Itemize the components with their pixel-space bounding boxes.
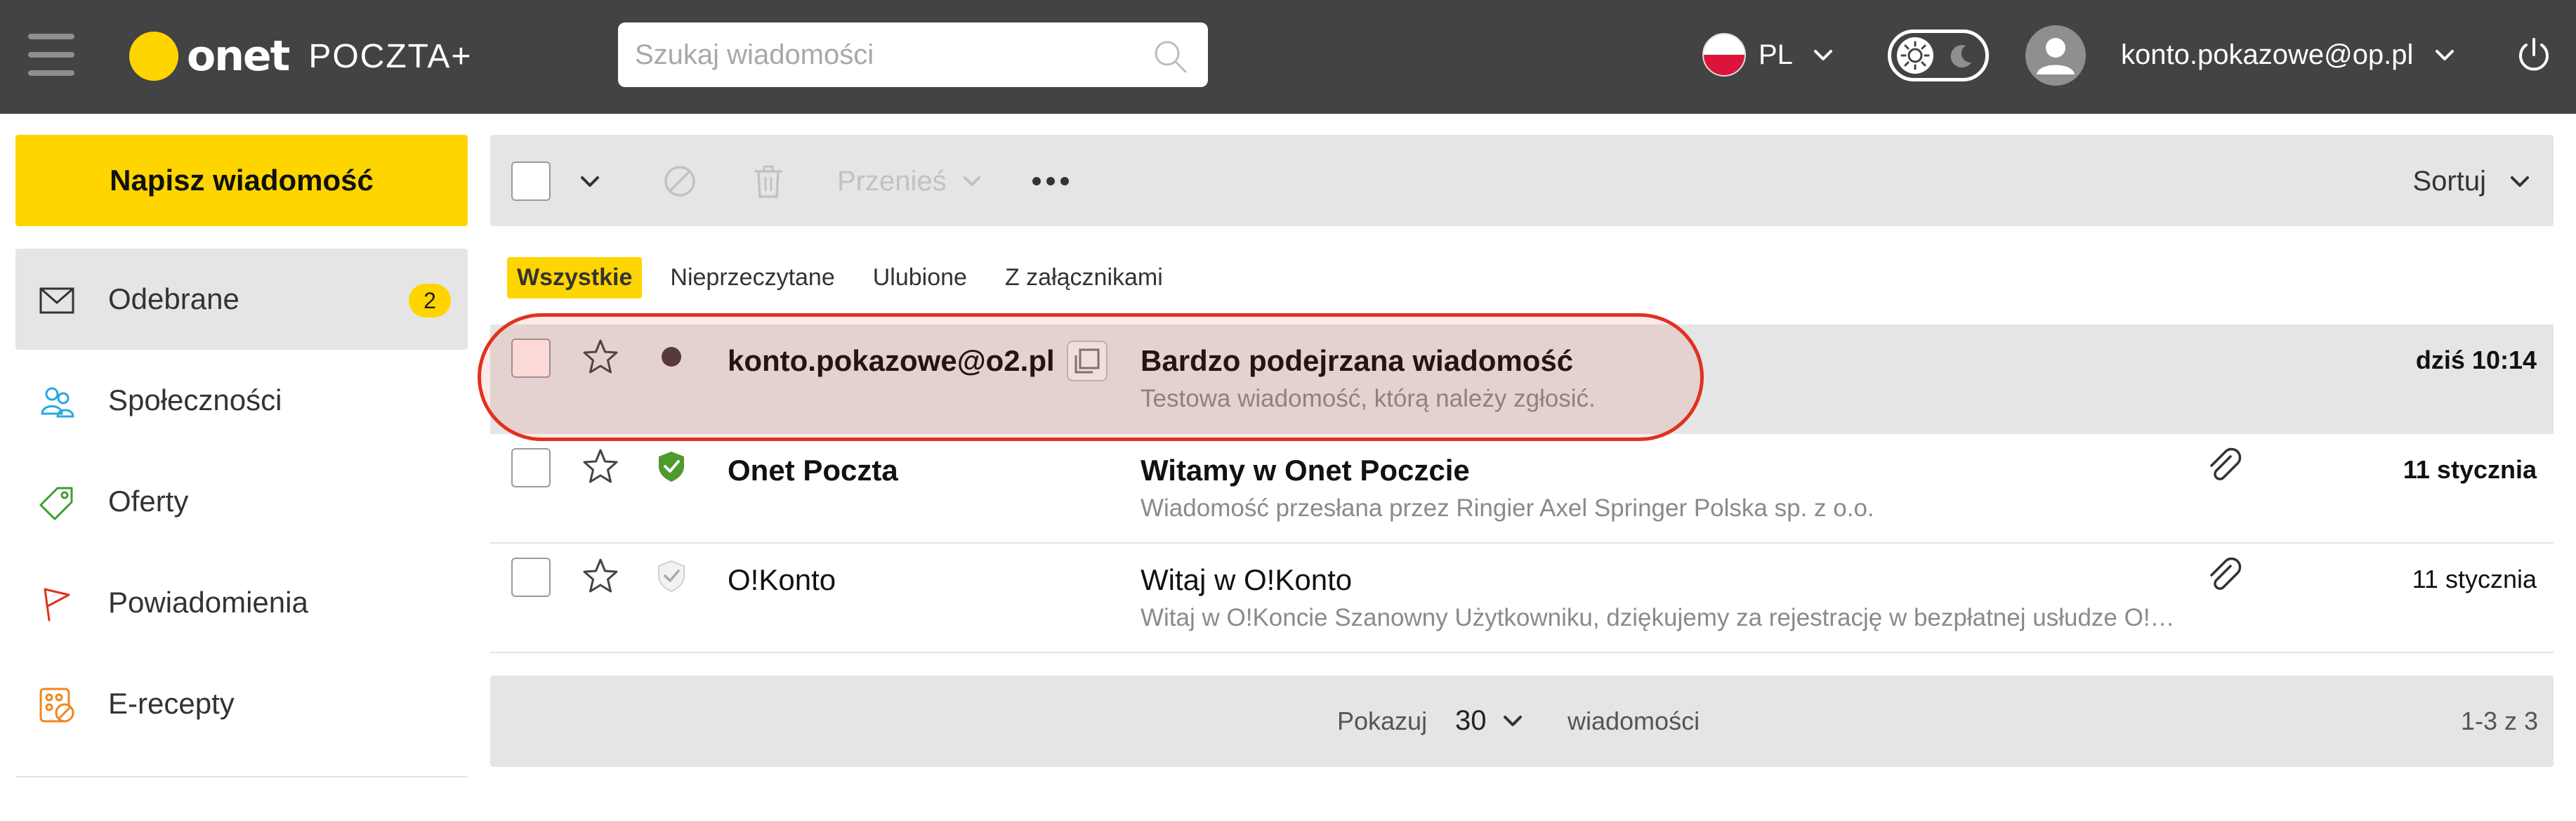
account-email: konto.pokazowe@op.pl [2121,39,2414,70]
people-icon [41,387,74,418]
tag-icon [39,487,73,520]
sidebar-item-spolecznosci[interactable]: Społeczności [15,350,468,451]
sidebar-item-label: Powiadomienia [108,586,308,619]
sidebar-item-odebrane[interactable]: Odebrane 2 [15,249,468,350]
sidebar-item-e-recepty[interactable]: E-recepty [15,653,468,754]
pagination-bar: Pokazuj 30 wiadomości 1-3 z 3 [490,676,2554,767]
sidebar-item-label: Oferty [108,485,189,518]
language-selector[interactable]: PL [1702,32,1835,77]
language-code: PL [1759,39,1793,70]
compose-button[interactable]: Napisz wiadomość [15,135,468,226]
star-icon[interactable] [580,556,621,597]
message-date: dziś 10:14 [2415,346,2537,374]
filter-all[interactable]: Wszystkie [507,256,643,298]
sidebar-item-label: Społeczności [108,383,282,416]
per-page-value: 30 [1455,704,1487,736]
sidebar-item-label: E-recepty [108,687,235,720]
paperclip-icon [2210,557,2242,590]
pills-icon [39,688,74,723]
message-preview: Witaj w O!Koncie Szanowny Użytkowniku, d… [1141,604,2180,631]
sidebar-item-oferty[interactable]: Oferty [15,451,468,552]
message-checkbox[interactable] [511,339,551,378]
sidebar-item-label: Odebrane [108,282,239,315]
block-icon[interactable] [662,163,698,199]
logout-power-icon[interactable] [2514,35,2554,74]
theme-toggle[interactable] [1888,29,1989,81]
sort-label: Sortuj [2412,165,2487,197]
moon-icon [1950,45,1971,68]
poland-flag-icon [1702,33,1746,77]
more-options-icon[interactable] [1030,167,1072,195]
message-toolbar: Przenieś Sortuj [490,135,2554,226]
message-date: 11 stycznia [2412,565,2537,593]
user-icon [2037,38,2075,74]
verified-shield-icon [659,452,684,482]
table-row[interactable]: Onet Poczta Witamy w Onet Poczcie Wiadom… [490,434,2554,544]
menu-icon[interactable] [28,34,74,76]
chevron-down-icon [963,176,980,186]
search-box [618,22,1208,87]
message-sender: konto.pokazowe@o2.pl [728,344,1055,377]
message-checkbox[interactable] [511,558,551,597]
folder-list: Odebrane 2 Społeczności Oferty Powiadomi… [15,249,468,754]
message-preview: Testowa wiadomość, którą należy zgłosić. [1141,385,1596,412]
account-menu[interactable]: konto.pokazowe@op.pl [2121,32,2457,77]
envelope-icon [39,287,74,314]
table-row[interactable]: konto.pokazowe@o2.pl Bardzo podejrzana w… [490,324,2554,434]
star-icon[interactable] [580,337,621,378]
move-label: Przenieś [837,165,947,197]
chevron-down-icon[interactable] [577,169,603,194]
message-preview: Wiadomość przesłana przez Ringier Axel S… [1141,494,1874,522]
chevron-down-icon [2436,50,2455,60]
filter-tabs: Wszystkie Nieprzeczytane Ulubione Z załą… [507,256,1191,299]
logo-subtitle: POCZTA+ [308,37,473,75]
avatar[interactable] [2025,25,2086,86]
copy-icon[interactable] [1066,340,1108,382]
move-dropdown[interactable]: Przenieś [837,163,983,199]
search-icon[interactable] [1152,38,1188,74]
sort-dropdown[interactable]: Sortuj [2413,163,2533,199]
star-icon[interactable] [580,447,621,487]
filter-unread[interactable]: Nieprzeczytane [660,257,844,298]
top-bar: onet POCZTA+ PL [0,0,2576,114]
chevron-down-icon [2511,176,2529,187]
message-subject: Bardzo podejrzana wiadomość [1141,344,1574,377]
message-subject: Witaj w O!Konto [1141,563,1353,596]
table-row[interactable]: O!Konto Witaj w O!Konto Witaj w O!Koncie… [490,544,2554,653]
shield-outline-icon [658,560,685,593]
filter-attachments[interactable]: Z załącznikami [995,257,1173,298]
per-page-suffix: wiadomości [1568,707,1700,735]
trash-icon[interactable] [750,163,787,199]
flag-icon [44,588,70,622]
sidebar-item-powiadomienia[interactable]: Powiadomienia [15,552,468,653]
onet-logo[interactable]: onet POCZTA+ [129,28,472,84]
message-subject: Witamy w Onet Poczcie [1141,454,1470,487]
page-range: 1-3 z 3 [2460,707,2538,735]
paperclip-icon [2210,447,2242,480]
per-page-select[interactable]: 30 [1455,701,1525,740]
select-all-checkbox[interactable] [511,162,551,201]
filter-favorites[interactable]: Ulubione [863,257,977,298]
message-sender: O!Konto [728,563,836,596]
unread-dot-icon[interactable] [655,340,688,374]
message-date: 11 stycznia [2403,455,2537,484]
logo-dot [129,32,178,81]
logo-text: onet [187,32,290,81]
chevron-down-icon [1813,50,1832,60]
message-checkbox[interactable] [511,448,551,487]
message-sender: Onet Poczta [728,454,898,487]
sidebar-divider [15,776,468,777]
search-input[interactable] [635,22,1126,87]
unread-count-badge: 2 [409,284,451,317]
message-list: konto.pokazowe@o2.pl Bardzo podejrzana w… [490,324,2554,653]
per-page-label: Pokazuj [1337,707,1428,735]
sun-icon [1897,37,1933,74]
chevron-down-icon [1503,716,1522,726]
